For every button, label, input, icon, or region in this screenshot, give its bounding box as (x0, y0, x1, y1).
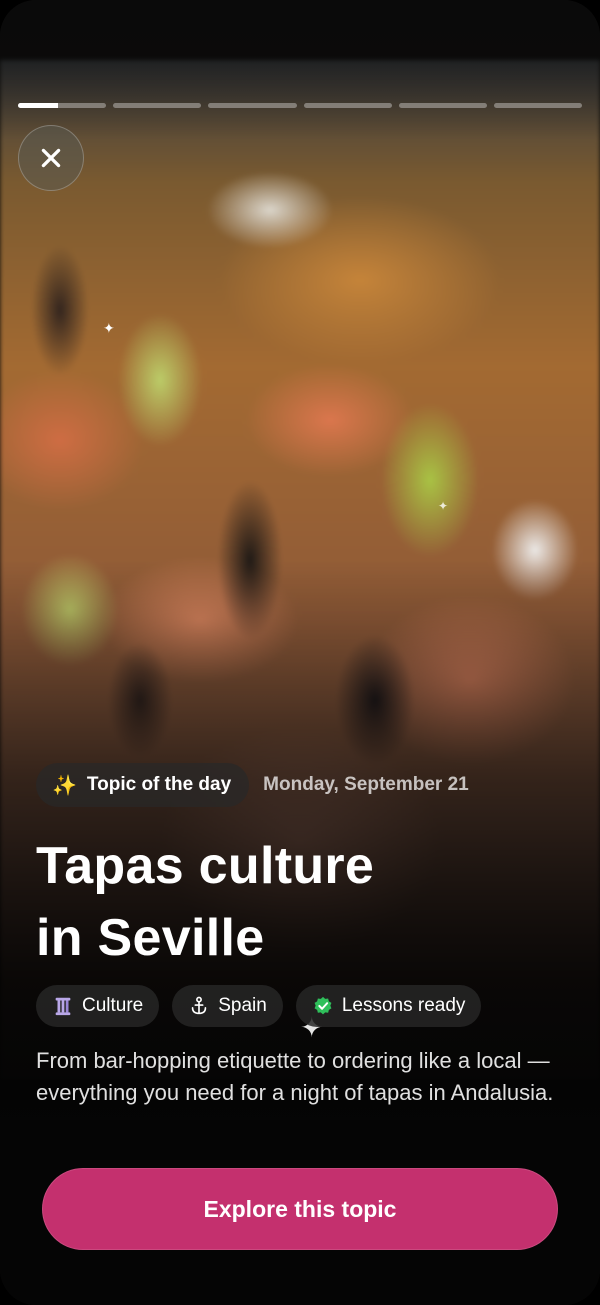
progress-segment (18, 103, 107, 108)
tag-label: Spain (218, 995, 267, 1016)
tag-lessons-ready: Lessons ready (295, 985, 482, 1027)
sparkle-decoration: ✦ (438, 499, 449, 513)
topic-title: Tapas culture in Seville (36, 830, 556, 974)
topic-date: Monday, September 21 (263, 774, 469, 795)
tag-spain: Spain (172, 985, 283, 1027)
sparkle-decoration: ✦ (103, 321, 115, 337)
progress-segment (113, 103, 202, 108)
check-badge-icon (314, 996, 332, 1015)
story-screen: ✦ ✦ ✦ ✨ Topic of the day Monday, Septemb… (0, 0, 600, 1305)
anchor-icon (192, 996, 207, 1015)
title-line-1: Tapas culture (36, 837, 375, 895)
topic-description: From bar-hopping etiquette to ordering l… (36, 1048, 554, 1105)
progress-segment (208, 103, 297, 108)
story-progress-bar (18, 103, 583, 108)
tag-culture: Culture (36, 985, 160, 1027)
tag-label: Lessons ready (341, 995, 466, 1016)
topic-meta-row: ✨ Topic of the day Monday, September 21 (36, 763, 469, 807)
sparkles-icon: ✨ (52, 773, 77, 797)
topic-tags: Culture Spain Lessons ready (36, 985, 482, 1027)
explore-topic-button[interactable]: Explore this topic (42, 1168, 558, 1250)
progress-segment (303, 103, 392, 108)
close-icon (41, 148, 61, 168)
progress-segment (493, 103, 583, 108)
title-line-2: in Seville (36, 909, 265, 967)
column-icon (55, 997, 71, 1016)
tag-label: Culture (82, 995, 144, 1016)
close-button[interactable] (18, 125, 84, 191)
gradient-overlay (0, 0, 600, 1305)
topic-of-the-day-badge: ✨ Topic of the day (36, 763, 250, 807)
progress-segment (398, 103, 487, 108)
progress-fill (18, 103, 58, 108)
topic-label: Topic of the day (86, 774, 232, 795)
